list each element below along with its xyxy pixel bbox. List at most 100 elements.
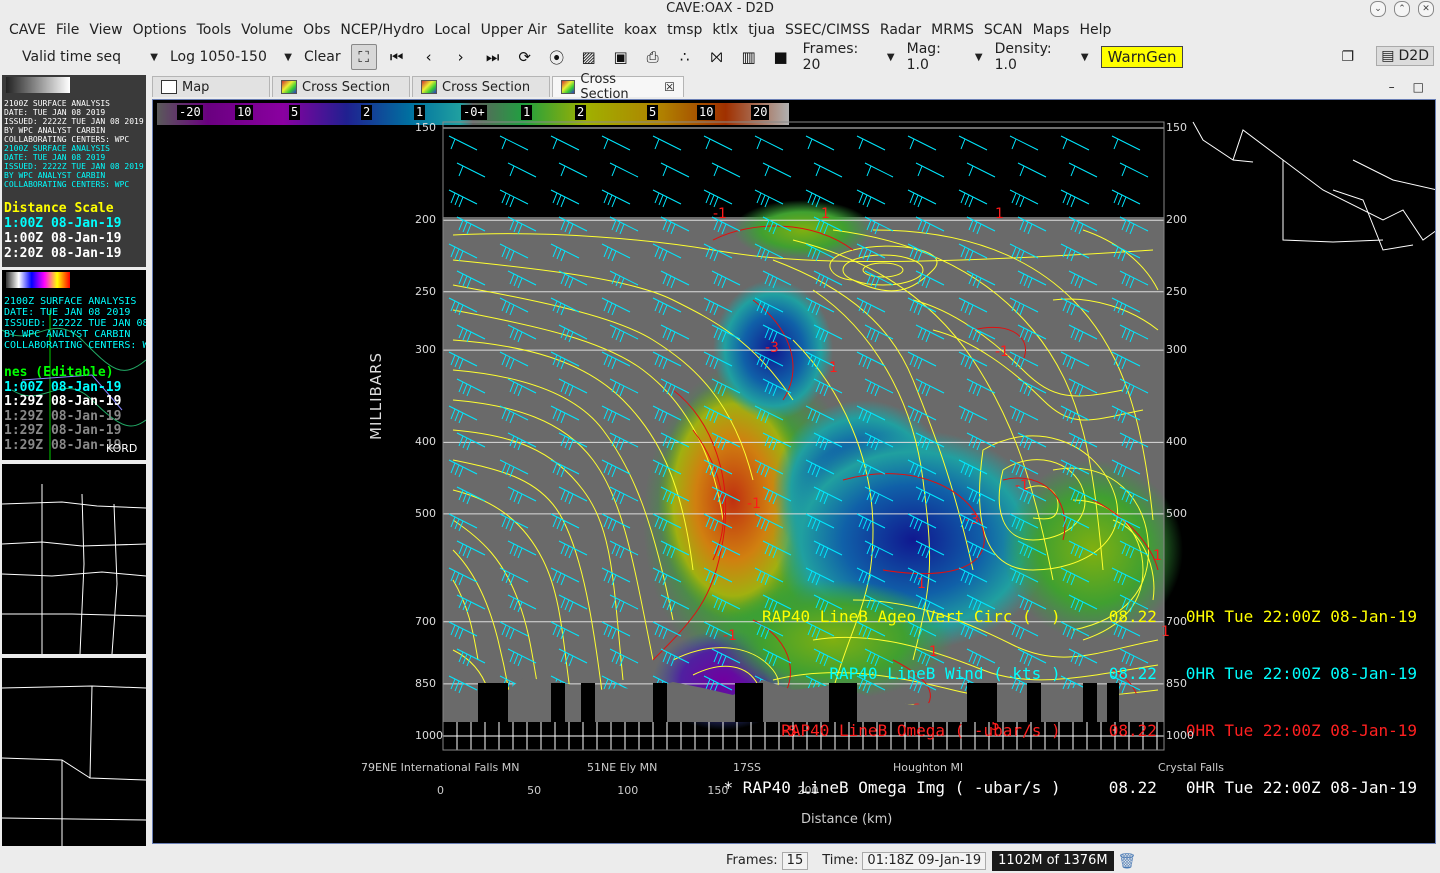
cross-section-icon [561, 80, 576, 94]
pressure-tick-label: 400 [1166, 435, 1187, 449]
properties-icon[interactable]: ▣ [609, 45, 633, 69]
prev-frame-icon[interactable]: ‹ [417, 45, 441, 69]
fit-icon[interactable]: ⛶ [350, 44, 377, 70]
frames-dropdown[interactable]: Frames: 20 ▼ [797, 41, 901, 73]
image-combine-icon[interactable]: ⦿ [545, 45, 569, 69]
omega-contour-label: 1 [995, 206, 1004, 222]
baselines-icon[interactable]: ⨝ [705, 45, 729, 69]
trash-icon[interactable]: 🗑 [1118, 852, 1137, 870]
next-frame-icon[interactable]: › [449, 45, 473, 69]
thumbnail-pane-1[interactable]: 2100Z SURFACE ANALYSIS DATE: TUE JAN 08 … [2, 75, 146, 267]
menu-tmsp[interactable]: tmsp [662, 22, 707, 38]
minimize-icon[interactable]: ⌄ [1370, 1, 1386, 17]
minimize-panel-icon[interactable]: – [1389, 80, 1395, 94]
thumbnail-pane-2[interactable]: 2100Z SURFACE ANALYSIS DATE: TUE JAN 08 … [2, 270, 146, 460]
menu-options[interactable]: Options [128, 22, 192, 38]
legend: RAP40 LineB Ageo Vert Circ ( ) 08.22 0HR… [723, 569, 1417, 835]
distance-tick-label: 0 [437, 784, 444, 797]
menu-tjua[interactable]: tjua [743, 22, 780, 38]
menu-ncep-hydro[interactable]: NCEP/Hydro [335, 22, 429, 38]
omega-contour-label: 1 [829, 360, 838, 376]
close-tab-icon[interactable]: ☒ [664, 80, 675, 94]
loop-icon[interactable]: ⟳ [513, 45, 537, 69]
status-bar: Frames: 15 Time: 01:18Z 09-Jan-19 1102M … [0, 848, 1440, 873]
wind-barb [703, 189, 733, 208]
time-mode-dropdown[interactable]: Valid time seq ▼ [16, 45, 164, 69]
pressure-tick-label: 300 [415, 343, 436, 357]
last-frame-icon[interactable]: ⏭ [481, 45, 505, 69]
tab-cross-section-active[interactable]: Cross Section ☒ [552, 72, 684, 102]
omega-contour-label: 1 [1153, 548, 1162, 564]
tab-cross-section[interactable]: Cross Section [272, 76, 410, 97]
menu-cave[interactable]: CAVE [4, 22, 51, 38]
chevron-down-icon: ▼ [1080, 51, 1089, 63]
mag-dropdown[interactable]: Mag: 1.0 ▼ [901, 41, 989, 73]
thumb1-time: 1:00Z 08-Jan-19 [4, 231, 122, 246]
clear-button[interactable]: Clear [298, 45, 347, 69]
panel-icon: ▤ [1381, 48, 1395, 64]
d2d-perspective-button[interactable]: ▤ D2D [1376, 46, 1434, 66]
color-icon[interactable]: ▨ [577, 45, 601, 69]
states-map [2, 484, 146, 654]
tab-label: Cross Section [580, 72, 629, 102]
thumbnail-pane-3[interactable] [2, 464, 146, 654]
menu-help[interactable]: Help [1074, 22, 1116, 38]
menu-local[interactable]: Local [429, 22, 475, 38]
y-axis-label: MILLIBARS [367, 352, 385, 440]
tab-cross-section[interactable]: Cross Section [412, 76, 550, 97]
menu-volume[interactable]: Volume [236, 22, 298, 38]
wind-barb [762, 162, 792, 178]
single-panel-icon[interactable]: ■ [769, 45, 793, 69]
panels-icon[interactable]: ▥ [737, 45, 761, 69]
maximize-panel-icon[interactable]: □ [1413, 80, 1424, 94]
omega-contour-label: 1 [821, 206, 830, 222]
wind-barb [1119, 162, 1149, 178]
tab-label: Cross Section [442, 79, 531, 95]
wind-barb [601, 135, 631, 151]
pressure-tick-label: 500 [1166, 506, 1187, 520]
thumb2-line: DATE: TUE JAN 08 2019 [4, 307, 131, 318]
cross-section-icon [281, 80, 297, 94]
menu-ssec-cimss[interactable]: SSEC/CIMSS [780, 22, 875, 38]
menu-maps[interactable]: Maps [1028, 22, 1075, 38]
scale-dropdown[interactable]: Log 1050-150 ▼ [164, 45, 298, 69]
pressure-tick-label: 850 [415, 676, 436, 690]
menu-ktlx[interactable]: ktlx [707, 22, 743, 38]
menu-scan[interactable]: SCAN [979, 22, 1028, 38]
menu-koax[interactable]: koax [619, 22, 662, 38]
menu-radar[interactable]: Radar [875, 22, 926, 38]
tab-map[interactable]: Map [152, 76, 270, 97]
menu-satellite[interactable]: Satellite [552, 22, 619, 38]
wind-barb [448, 189, 478, 208]
points-icon[interactable]: ∴ [673, 45, 697, 69]
thumb2-time: 1:29Z 08-Jan-19 [4, 437, 122, 453]
distance-scale-label: Distance Scale [4, 201, 114, 216]
first-frame-icon[interactable]: ⏮ [385, 45, 409, 69]
wind-barb [915, 162, 945, 178]
thumb2-time: 1:29Z 08-Jan-19 [4, 394, 122, 409]
cross-section-icon [421, 80, 437, 94]
thumb2-line: BY WPC ANALYST CARBIN [4, 329, 131, 340]
density-dropdown[interactable]: Density: 1.0 ▼ [989, 41, 1095, 73]
open-perspective-icon[interactable]: ❐ [1341, 49, 1354, 65]
cross-section-canvas[interactable]: -20 10 5 2 1 -0+ 1 2 5 10 20 -1 1 1 -3 1… [152, 99, 1436, 844]
print-icon[interactable]: ⎙ [641, 45, 665, 69]
toolbar: Valid time seq ▼ Log 1050-150 ▼ Clear ⛶ ⏮ … [0, 41, 1440, 73]
thumb1-line: DATE: TUE JAN 08 2019 [4, 108, 106, 117]
warngen-button[interactable]: WarnGen [1100, 46, 1184, 68]
thumb1-time: 1:00Z 08-Jan-19 [4, 216, 122, 231]
maximize-icon[interactable]: ⌃ [1394, 1, 1410, 17]
close-icon[interactable]: ✕ [1418, 1, 1434, 17]
thumbnail-pane-4[interactable] [2, 658, 146, 846]
location-label: 79ENE International Falls MN [361, 761, 520, 774]
location-label: 51NE Ely MN [587, 761, 658, 774]
menu-file[interactable]: File [51, 22, 84, 38]
menu-tools[interactable]: Tools [192, 22, 237, 38]
mag-value: Mag: 1.0 [906, 41, 941, 73]
pressure-tick-label: 700 [1166, 614, 1187, 628]
menu-obs[interactable]: Obs [298, 22, 335, 38]
menu-view[interactable]: View [84, 22, 127, 38]
omega-contour-label: -3 [765, 340, 779, 356]
menu-mrms[interactable]: MRMS [926, 22, 979, 38]
menu-upper-air[interactable]: Upper Air [476, 22, 552, 38]
